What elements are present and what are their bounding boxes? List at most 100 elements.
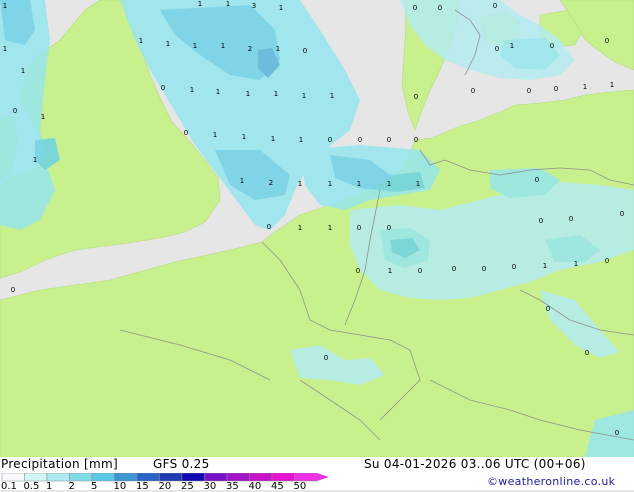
precip-value-label: 1 (213, 131, 217, 139)
precip-value-label: 0 (161, 84, 165, 92)
precip-value-label: 1 (357, 180, 361, 188)
legend-label: 25 (181, 481, 194, 492)
footer-bar: Precipitation [mm] GFS 0.25 Su 04-01-202… (0, 457, 634, 492)
precip-value-label: 3 (252, 2, 256, 10)
precip-value-label: 1 (302, 92, 306, 100)
precip-value-label: 1 (166, 40, 170, 48)
precip-value-label: 0 (471, 87, 475, 95)
precip-value-label: 2 (248, 45, 252, 53)
precip-value-label: 0 (615, 429, 619, 437)
precip-value-label: 1 (190, 86, 194, 94)
legend-label: 1 (46, 481, 53, 492)
precip-value-label: 1 (139, 37, 143, 45)
legend-label: 2 (68, 481, 75, 492)
precip-value-label: 0 (493, 2, 497, 10)
legend-swatch (181, 473, 205, 482)
precip-value-label: 1 (279, 4, 283, 12)
legend-swatch (136, 473, 160, 482)
precip-value-label: 0 (13, 107, 17, 115)
precip-value-label: 1 (3, 45, 7, 53)
legend-label: 20 (158, 481, 172, 492)
legend-swatch (159, 473, 183, 482)
legend-swatch (294, 473, 318, 482)
precip-value-label: 1 (510, 42, 514, 50)
precip-value-label: 0 (267, 223, 271, 231)
precip-value-label: 1 (41, 113, 45, 121)
precip-value-label: 1 (221, 42, 225, 50)
legend-swatch (46, 473, 70, 482)
precip-value-label: 1 (198, 0, 202, 8)
precip-value-label: 1 (3, 2, 7, 10)
precip-value-label: 0 (438, 4, 442, 12)
legend-label: 50 (293, 481, 307, 492)
precip-value-label: 0 (452, 265, 456, 273)
legend-arrow (317, 473, 329, 481)
model-name: GFS 0.25 (153, 457, 210, 471)
precip-value-label: 1 (583, 83, 587, 91)
precip-value-label: 0 (356, 267, 360, 275)
legend-swatch (204, 473, 228, 482)
legend-label: 5 (91, 481, 98, 492)
precip-value-label: 0 (358, 136, 362, 144)
precip-value-label: 1 (330, 92, 334, 100)
precip-value-label: 0 (303, 47, 307, 55)
precip-value-label: 1 (246, 90, 250, 98)
precip-value-label: 1 (193, 42, 197, 50)
precip-value-label: 0 (414, 93, 418, 101)
legend-swatch (91, 473, 115, 482)
precip-value-label: 0 (569, 215, 573, 223)
legend-swatch (1, 473, 25, 482)
precip-value-label: 0 (357, 224, 361, 232)
precip-value-label: 1 (33, 156, 37, 164)
precip-value-label: 0 (328, 136, 332, 144)
precip-value-label: 1 (574, 260, 578, 268)
precip-value-label: 1 (216, 88, 220, 96)
precip-value-label: 0 (605, 257, 609, 265)
legend-swatch (271, 473, 295, 482)
precip-value-label: 1 (610, 81, 614, 89)
legend-swatch (114, 473, 138, 482)
precip-value-label: 1 (274, 90, 278, 98)
map-title: Precipitation [mm] (1, 457, 118, 471)
precip-value-label: 1 (388, 267, 392, 275)
legend-label: 10 (113, 481, 127, 492)
precip-value-label: 0 (605, 37, 609, 45)
legend-swatch (24, 473, 48, 482)
precip-value-label: 0 (387, 136, 391, 144)
precip-value-label: 1 (271, 135, 275, 143)
precip-value-label: 0 (620, 210, 624, 218)
precip-value-label: 0 (535, 176, 539, 184)
precip-value-label: 0 (418, 267, 422, 275)
precip-value-label: 0 (11, 286, 15, 294)
precipitation-map: 1 1 1 3 1 0 0 0 1 1 1 1 1 2 1 0 0 1 0 0 1 0 1 1 1 1 1 1 0 0 0 0 1 1 0 1 0 1 1 1… (0, 0, 634, 458)
precip-value-label: 0 (585, 349, 589, 357)
legend-label: 45 (271, 481, 284, 492)
precip-value-label: 2 (269, 179, 273, 187)
precip-value-label: 1 (328, 180, 332, 188)
legend-label: 0.5 (23, 481, 40, 492)
precip-value-label: 0 (324, 354, 328, 362)
precip-value-label: 0 (527, 87, 531, 95)
precip-value-label: 1 (543, 262, 547, 270)
precip-value-label: 0 (554, 85, 558, 93)
precip-value-label: 0 (414, 136, 418, 144)
legend-label: 40 (248, 481, 262, 492)
precip-value-label: 0 (512, 263, 516, 271)
precip-value-label: 1 (387, 180, 391, 188)
legend-label: 30 (203, 481, 217, 492)
precip-value-label: 1 (240, 177, 244, 185)
precip-value-label: 1 (328, 224, 332, 232)
valid-time: Su 04-01-2026 03..06 UTC (00+06) (364, 457, 586, 471)
legend-label: 35 (226, 481, 239, 492)
legend-swatch (69, 473, 93, 482)
precip-value-label: 1 (276, 45, 280, 53)
precip-value-label: 0 (482, 265, 486, 273)
precip-value-label: 0 (546, 305, 550, 313)
precip-value-label: 0 (539, 217, 543, 225)
precip-value-label: 0 (413, 4, 417, 12)
legend-swatch (249, 473, 273, 482)
precip-value-label: 1 (242, 133, 246, 141)
precip-value-label: 1 (226, 0, 230, 8)
precip-value-label: 0 (495, 45, 499, 53)
precip-value-label: 1 (298, 224, 302, 232)
